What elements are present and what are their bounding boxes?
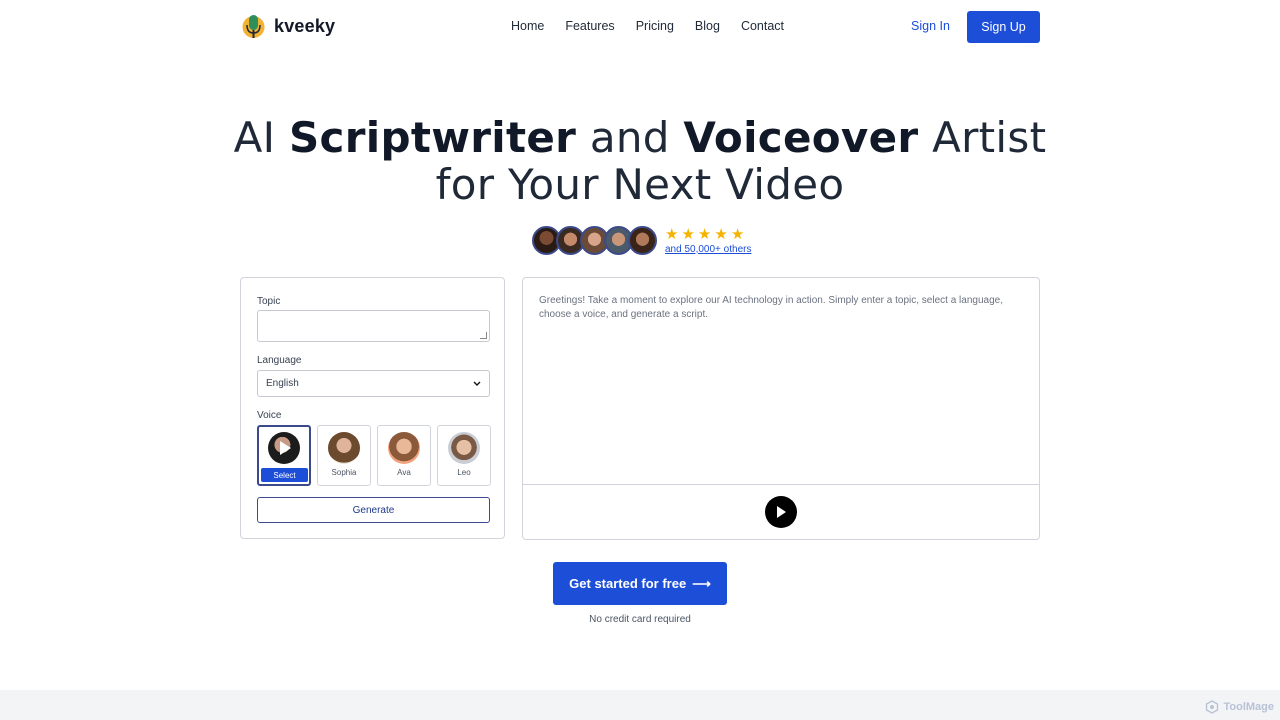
arrow-right-icon: ⟶ — [692, 575, 711, 591]
hero-headline: AI Scriptwriter and Voiceover Artist for… — [0, 114, 1280, 208]
nav-pricing[interactable]: Pricing — [636, 19, 674, 33]
voice-avatar — [388, 432, 420, 464]
voice-option-selected[interactable]: Select — [257, 425, 311, 486]
generate-button[interactable]: Generate — [257, 497, 490, 523]
star-rating: ★ ★ ★ ★ ★ — [665, 227, 751, 242]
voice-option-sophia[interactable]: Sophia — [317, 425, 371, 486]
language-select[interactable]: English — [257, 370, 490, 397]
star-icon: ★ — [730, 225, 745, 243]
user-avatars — [532, 226, 657, 255]
star-icon: ★ — [665, 225, 679, 243]
voice-options: Select Sophia Ava Leo — [257, 425, 491, 486]
star-icon: ★ — [697, 225, 712, 243]
voice-label: Voice — [257, 410, 282, 421]
headline-word-scriptwriter: Scriptwriter — [289, 113, 577, 162]
voice-avatar — [328, 432, 360, 464]
voice-name: Sophia — [331, 468, 357, 477]
script-form-panel: Topic Language English Voice Select Soph… — [240, 277, 505, 539]
play-icon[interactable] — [268, 432, 300, 464]
hero-headline-line2: for Your Next Video — [435, 160, 845, 209]
language-label: Language — [257, 355, 302, 366]
main-nav: Home Features Pricing Blog Contact — [511, 19, 805, 33]
voice-select-badge[interactable]: Select — [261, 468, 308, 482]
nav-home[interactable]: Home — [511, 19, 544, 33]
others-link[interactable]: and 50,000+ others — [665, 244, 751, 255]
star-icon: ★ — [714, 225, 728, 243]
nav-contact[interactable]: Contact — [741, 19, 784, 33]
nav-blog[interactable]: Blog — [695, 19, 720, 33]
watermark: ToolMage — [1205, 700, 1274, 714]
resize-grip-icon[interactable] — [480, 332, 487, 339]
sign-in-link[interactable]: Sign In — [911, 19, 950, 33]
microphone-logo-icon — [242, 15, 265, 38]
star-icon: ★ — [681, 225, 695, 243]
hexagon-logo-icon — [1206, 700, 1219, 714]
avatar — [628, 226, 657, 255]
headline-word-ai: AI — [233, 113, 276, 162]
rating: ★ ★ ★ ★ ★ and 50,000+ others — [665, 227, 751, 255]
audio-play-button[interactable] — [765, 496, 797, 528]
get-started-button[interactable]: Get started for free ⟶ — [553, 562, 727, 605]
watermark-text: ToolMage — [1223, 701, 1274, 713]
script-output-panel: Greetings! Take a moment to explore our … — [522, 277, 1040, 540]
voice-avatar — [268, 432, 300, 464]
voice-option-leo[interactable]: Leo — [437, 425, 491, 486]
headline-word-voiceover: Voiceover — [683, 113, 919, 162]
play-icon — [777, 506, 786, 518]
footer-band — [0, 690, 1280, 720]
chevron-down-icon — [473, 381, 481, 386]
hero-headline-line1: AI Scriptwriter and Voiceover Artist — [0, 114, 1280, 161]
greeting-text: Greetings! Take a moment to explore our … — [539, 295, 1003, 320]
voice-name: Leo — [457, 468, 471, 477]
brand-name: kveeky — [274, 16, 336, 36]
topic-label: Topic — [257, 296, 281, 307]
topic-input[interactable] — [257, 310, 490, 342]
sign-up-button[interactable]: Sign Up — [967, 11, 1040, 43]
language-selected-value: English — [266, 378, 299, 389]
voice-name: Ava — [397, 468, 411, 477]
headline-word-artist: Artist — [932, 113, 1047, 162]
headline-word-and: and — [589, 113, 670, 162]
voice-option-ava[interactable]: Ava — [377, 425, 431, 486]
site-header: kveeky Home Features Pricing Blog Contac… — [0, 0, 1280, 54]
social-proof: ★ ★ ★ ★ ★ and 50,000+ others — [532, 226, 751, 255]
divider — [523, 484, 1039, 485]
voice-avatar — [448, 432, 480, 464]
get-started-label: Get started for free — [569, 576, 687, 591]
brand-logo[interactable]: kveeky — [241, 13, 335, 40]
no-credit-card-note: No credit card required — [589, 614, 691, 625]
nav-features[interactable]: Features — [565, 19, 614, 33]
